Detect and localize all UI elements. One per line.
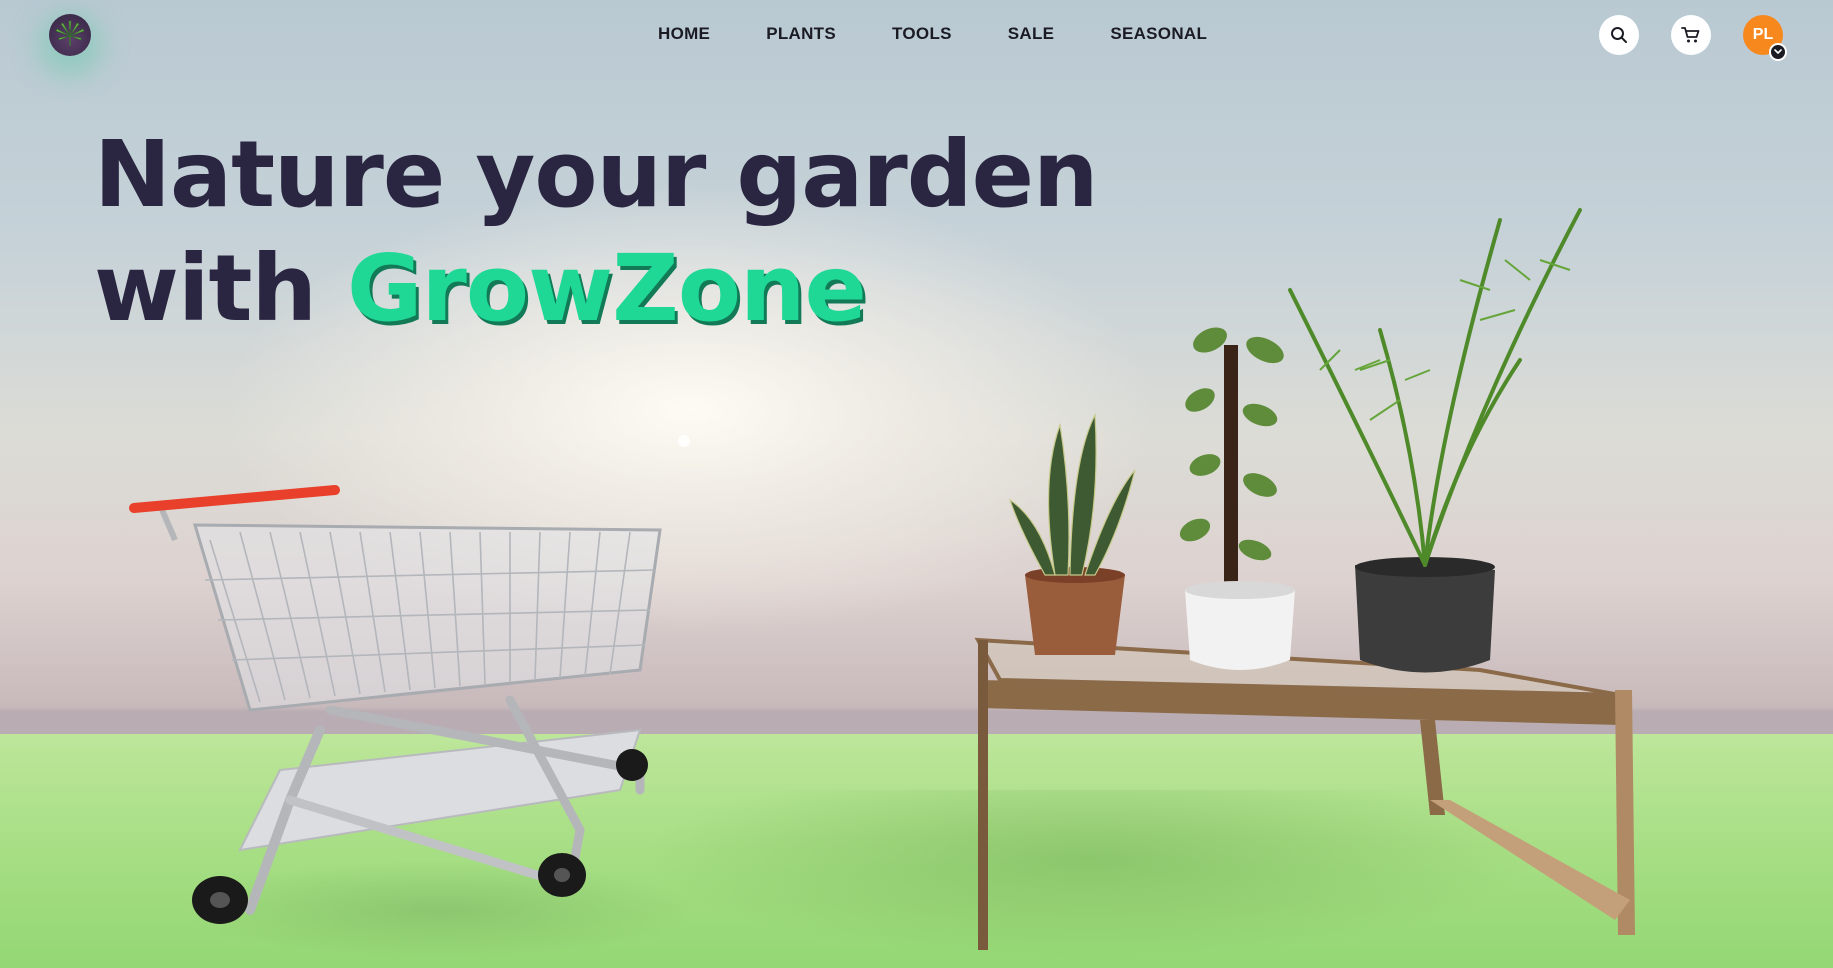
plant-table-illustration <box>974 208 1635 950</box>
cannabis-leaf-logo-icon <box>55 20 85 46</box>
hero-scene: HOME PLANTS TOOLS SALE SEASONAL PL Natur… <box>0 0 1833 968</box>
light-orb <box>678 435 690 447</box>
nav-home[interactable]: HOME <box>658 24 710 44</box>
hero-title: Nature your garden with GrowZone <box>94 118 1098 346</box>
nav-sale[interactable]: SALE <box>1008 24 1055 44</box>
nav-tools[interactable]: TOOLS <box>892 24 952 44</box>
nav-seasonal[interactable]: SEASONAL <box>1110 24 1207 44</box>
main-nav: HOME PLANTS TOOLS SALE SEASONAL <box>658 24 1207 44</box>
cart-icon <box>1681 27 1700 43</box>
search-icon <box>1611 27 1627 43</box>
avatar-menu-toggle[interactable] <box>1769 43 1787 61</box>
nav-plants[interactable]: PLANTS <box>766 24 836 44</box>
logo[interactable] <box>49 14 91 56</box>
hero-title-line1: Nature your garden <box>94 121 1098 228</box>
shopping-cart-illustration <box>129 485 662 924</box>
chevron-down-icon <box>1774 49 1782 54</box>
cart-button[interactable] <box>1671 15 1711 55</box>
hero-title-line2-prefix: with <box>94 235 317 342</box>
brand-name: GrowZone <box>347 235 867 342</box>
search-button[interactable] <box>1599 15 1639 55</box>
